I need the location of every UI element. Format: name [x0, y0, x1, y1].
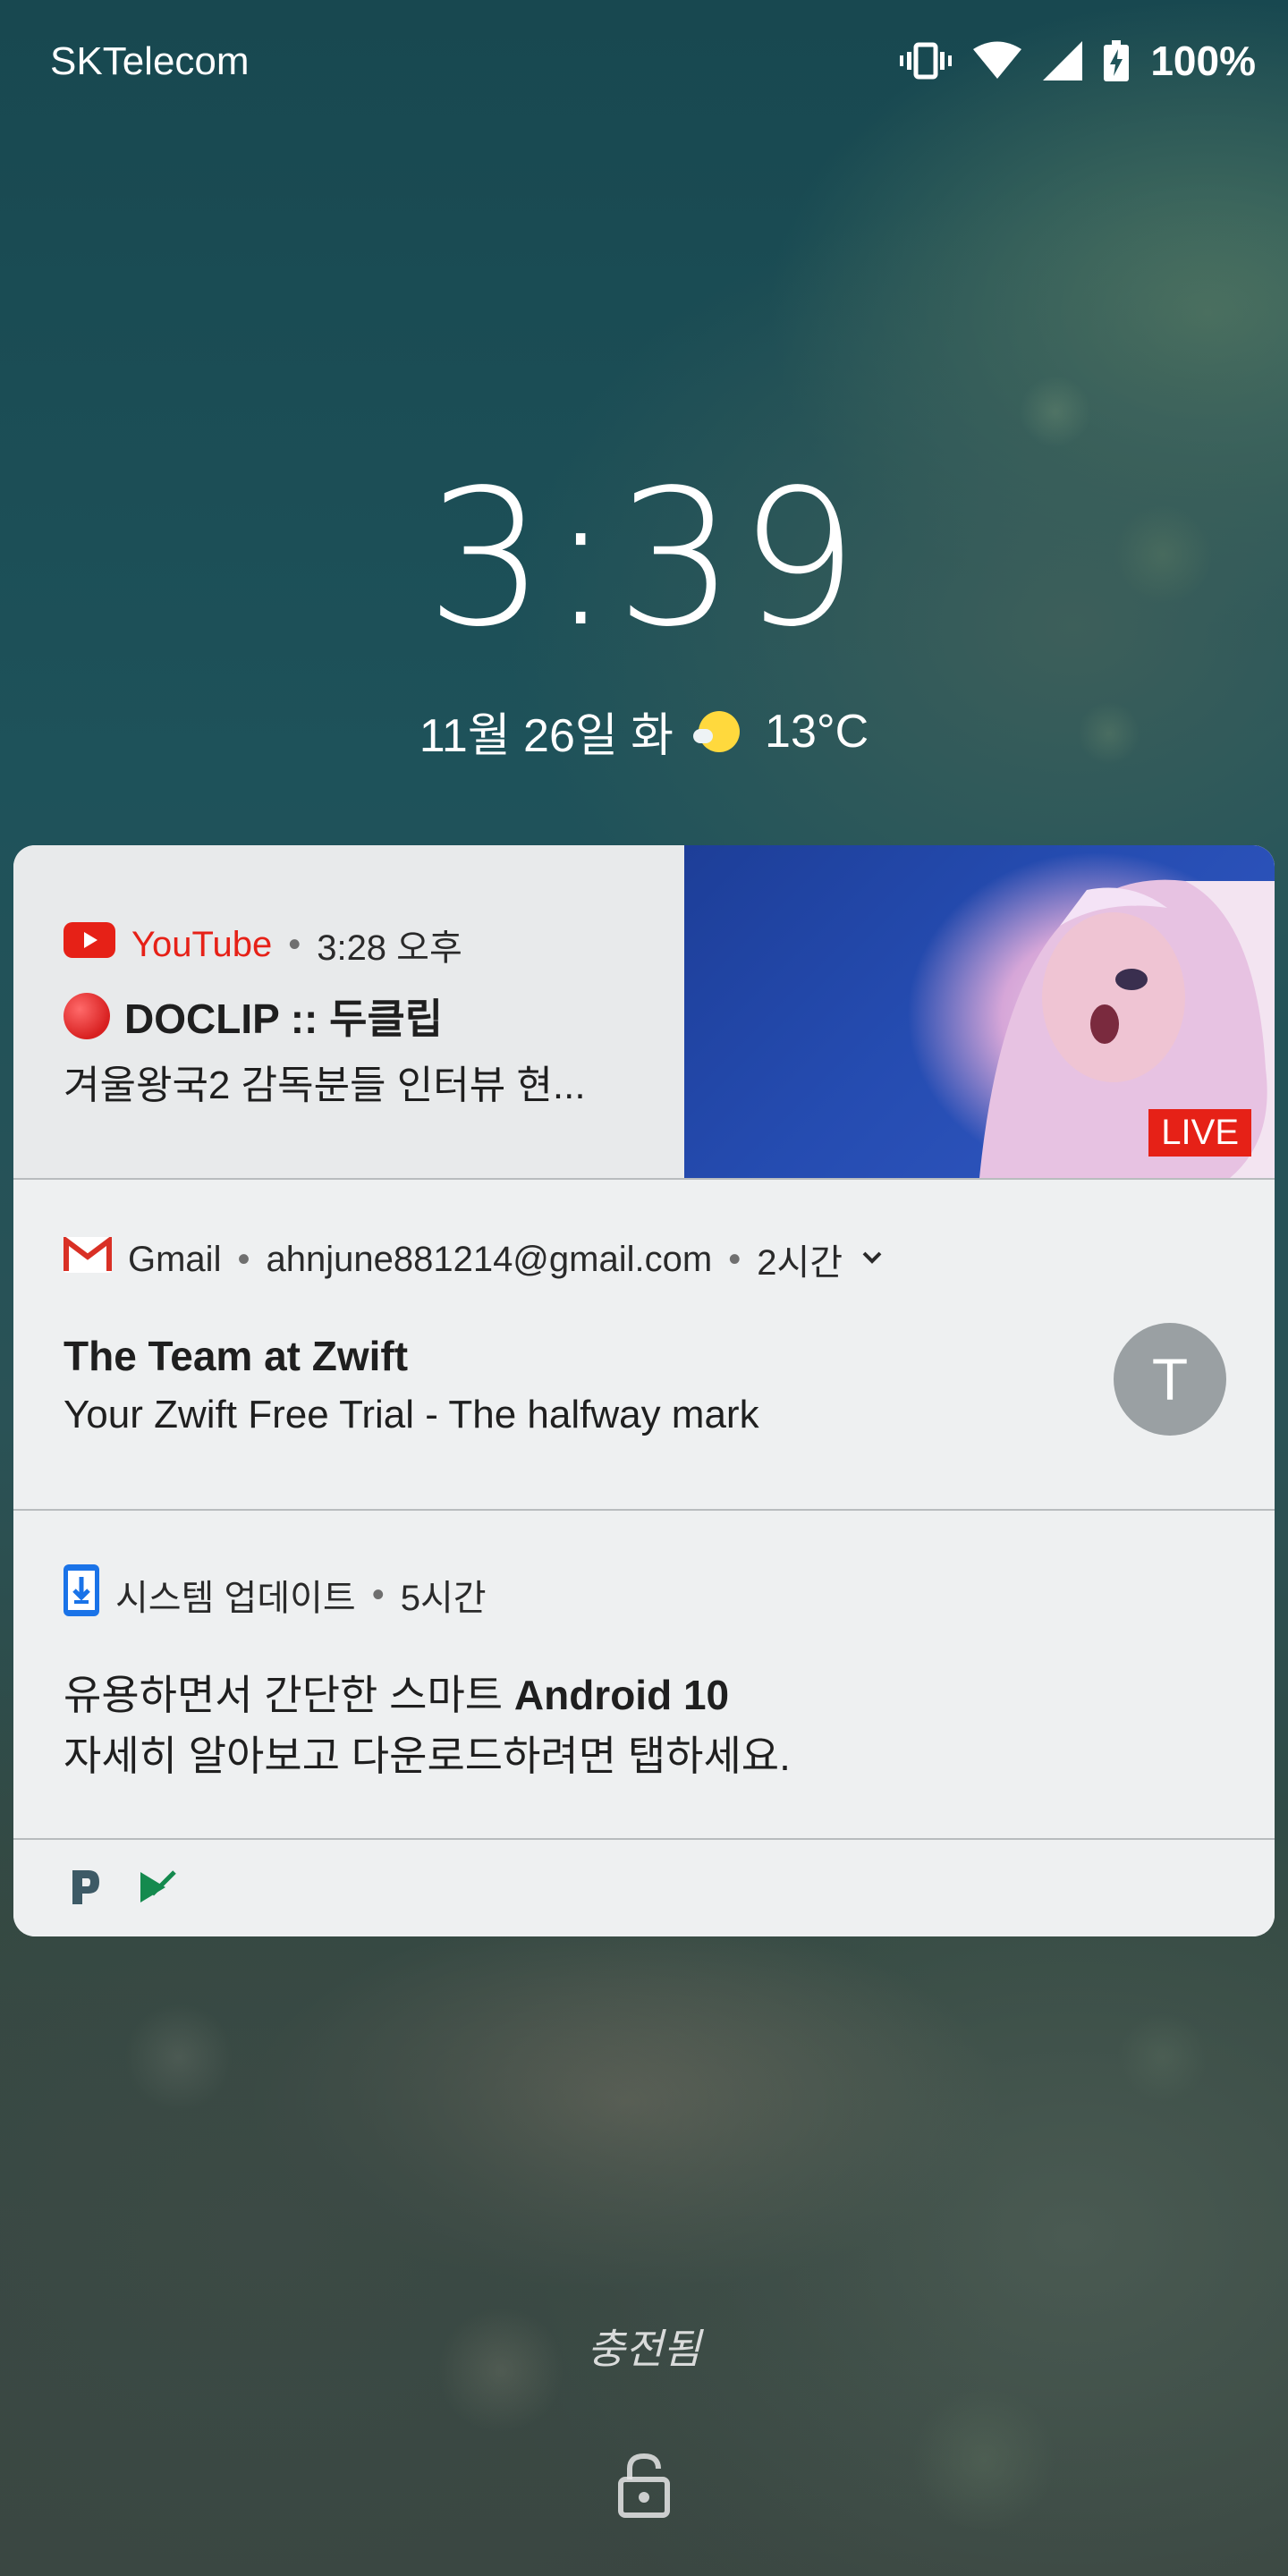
status-icons: 100% [900, 36, 1256, 86]
status-bar: SKTelecom 100% [0, 0, 1288, 125]
title-android-version: Android 10 [513, 1672, 730, 1718]
notification-header: 시스템 업데이트 • 5시간 [64, 1564, 487, 1625]
partly-sunny-icon [693, 710, 741, 752]
notification-text: 겨울왕국2 감독분들 인터뷰 현... [64, 1063, 586, 1107]
notification-text: 자세히 알아보고 다운로드하려면 탭하세요. [64, 1733, 791, 1779]
notification-youtube[interactable]: YouTube • 3:28 오후 DOCLIP :: 두클립 겨울왕국2 감독… [13, 845, 1275, 1178]
date-text: 11월 26일 화 [419, 710, 674, 762]
app-name: 시스템 업데이트 [115, 1579, 356, 1618]
notification-time: 3:28 오후 [317, 928, 462, 968]
video-thumbnail[interactable]: LIVE [684, 845, 1275, 1178]
notification-system-update[interactable]: 시스템 업데이트 • 5시간 유용하면서 간단한 스마트 Android 10 … [13, 1509, 1275, 1838]
notification-overflow-shelf[interactable] [13, 1838, 1275, 1936]
red-circle-icon [64, 993, 110, 1039]
separator-dot: • [288, 924, 301, 964]
notification-title: The Team at Zwift [64, 1333, 409, 1379]
date-weather-row[interactable]: 11월 26일 화 13°C [0, 698, 1288, 765]
vibrate-icon [900, 39, 953, 82]
youtube-icon [64, 922, 115, 967]
notification-header: YouTube • 3:28 오후 [64, 919, 462, 970]
gmail-icon [64, 1235, 112, 1282]
charging-status: 충전됨 [587, 2326, 701, 2372]
notification-title: DOCLIP :: 두클립 [64, 987, 443, 1046]
separator-dot: • [728, 1239, 741, 1279]
sender-avatar: T [1114, 1323, 1226, 1436]
app-name: Gmail [128, 1239, 222, 1279]
overflow-icons [67, 1867, 178, 1911]
wifi-icon [973, 41, 1022, 80]
task-check-icon[interactable] [139, 1868, 178, 1910]
notification-text: Your Zwift Free Trial - The halfway mark [64, 1393, 759, 1436]
notification-time: 2시간 [757, 1243, 843, 1283]
separator-dot: • [371, 1574, 385, 1614]
carrier-name: SKTelecom [50, 39, 250, 83]
notification-time: 5시간 [400, 1579, 487, 1618]
notification-panel: YouTube • 3:28 오후 DOCLIP :: 두클립 겨울왕국2 감독… [13, 845, 1275, 1936]
live-badge: LIVE [1148, 1109, 1251, 1157]
app-name: YouTube [131, 924, 273, 964]
separator-dot: • [237, 1239, 250, 1279]
signal-icon [1043, 41, 1083, 80]
pandora-icon[interactable] [67, 1867, 103, 1911]
notification-title: 유용하면서 간단한 스마트 Android 10 [64, 1663, 729, 1722]
chevron-down-icon[interactable] [859, 1240, 886, 1280]
battery-percentage: 100% [1150, 38, 1256, 84]
account-email: ahnjune881214@gmail.com [266, 1239, 713, 1279]
lock-icon[interactable] [617, 2451, 671, 2519]
title-text: DOCLIP :: 두클립 [124, 996, 444, 1042]
battery-charging-icon [1104, 40, 1130, 81]
title-prefix: 유용하면서 간단한 스마트 [64, 1672, 504, 1718]
system-update-icon [64, 1564, 99, 1625]
notification-gmail[interactable]: Gmail • ahnjune881214@gmail.com • 2시간 Th… [13, 1178, 1275, 1509]
temperature-text: 13°C [765, 705, 869, 758]
clock: 3:39 [426, 449, 862, 668]
notification-header: Gmail • ahnjune881214@gmail.com • 2시간 [64, 1233, 886, 1285]
